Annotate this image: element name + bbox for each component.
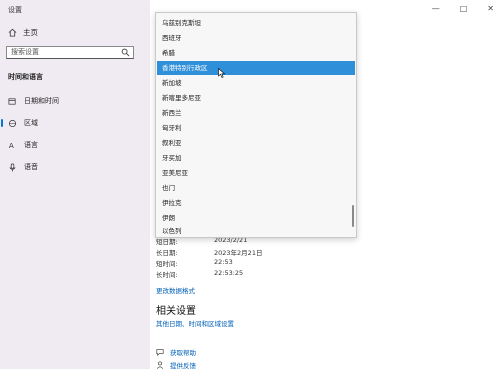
dropdown-option[interactable]: 以色列 bbox=[157, 226, 355, 237]
info-label: 长时间: bbox=[156, 271, 178, 279]
sidebar-item-label: 语音 bbox=[24, 163, 38, 171]
additional-settings-link[interactable]: 其他日期、时间和区域设置 bbox=[156, 318, 234, 328]
info-label: 短日期: bbox=[156, 238, 178, 246]
dropdown-option[interactable]: 新加坡 bbox=[157, 76, 355, 90]
sidebar-item-language[interactable]: A 语言 bbox=[0, 138, 150, 152]
sidebar-home[interactable]: 主页 bbox=[8, 27, 38, 38]
help-chat-icon bbox=[156, 349, 164, 356]
close-button[interactable]: ✕ bbox=[487, 4, 494, 13]
minimize-button[interactable]: — bbox=[432, 4, 440, 13]
language-icon: A bbox=[7, 140, 17, 150]
window-controls: — □ ✕ bbox=[432, 4, 494, 13]
related-settings-title: 相关设置 bbox=[156, 306, 196, 317]
get-help-link[interactable]: 获取帮助 bbox=[156, 347, 196, 357]
info-row-long-date: 长日期: 2023年2月21日 bbox=[156, 247, 262, 257]
dropdown-option[interactable]: 新喀里多尼亚 bbox=[157, 91, 355, 105]
search-icon bbox=[121, 48, 130, 57]
microphone-icon bbox=[7, 162, 17, 172]
window-title: 设置 bbox=[8, 6, 22, 14]
region-dropdown-list[interactable]: 乌兹别克斯坦 西班牙 希腊 香港特别行政区 新加坡 新喀里多尼亚 新西兰 匈牙利… bbox=[155, 12, 357, 238]
svg-text:A: A bbox=[8, 141, 13, 150]
dropdown-option-selected[interactable]: 香港特别行政区 bbox=[157, 61, 355, 75]
sidebar-item-label: 日期和时间 bbox=[24, 97, 59, 105]
info-row-short-time: 短时间: 22:53 bbox=[156, 258, 233, 268]
search-input[interactable]: 搜索设置 bbox=[6, 46, 134, 59]
search-placeholder: 搜索设置 bbox=[11, 48, 39, 56]
dropdown-option[interactable]: 新西兰 bbox=[157, 106, 355, 120]
feedback-icon bbox=[156, 361, 164, 369]
dropdown-option[interactable]: 牙买加 bbox=[157, 151, 355, 165]
dropdown-option[interactable]: 叙利亚 bbox=[157, 136, 355, 150]
sidebar-item-speech[interactable]: 语音 bbox=[0, 160, 150, 174]
sidebar-item-label: 区域 bbox=[24, 119, 38, 127]
globe-region-icon bbox=[7, 118, 17, 128]
calendar-clock-icon bbox=[7, 96, 17, 106]
dropdown-option[interactable]: 西班牙 bbox=[157, 31, 355, 45]
mouse-cursor-icon bbox=[218, 68, 226, 78]
home-label: 主页 bbox=[23, 28, 38, 37]
dropdown-option[interactable]: 匈牙利 bbox=[157, 121, 355, 135]
sidebar-item-region[interactable]: 区域 bbox=[0, 116, 150, 130]
maximize-button[interactable]: □ bbox=[460, 4, 468, 13]
dropdown-option[interactable]: 伊朗 bbox=[157, 211, 355, 225]
change-format-link[interactable]: 更改数据格式 bbox=[156, 285, 195, 295]
dropdown-option[interactable]: 乌兹别克斯坦 bbox=[157, 16, 355, 30]
help-label: 获取帮助 bbox=[170, 349, 196, 357]
section-title: 时间和语言 bbox=[8, 73, 43, 81]
sidebar-item-label: 语言 bbox=[24, 141, 38, 149]
info-row-long-time: 长时间: 22:53:25 bbox=[156, 269, 243, 279]
home-icon bbox=[8, 28, 17, 37]
dropdown-option[interactable]: 伊拉克 bbox=[157, 196, 355, 210]
info-label: 短时间: bbox=[156, 260, 178, 268]
info-value: 22:53 bbox=[214, 258, 233, 266]
sidebar-item-date-time[interactable]: 日期和时间 bbox=[0, 94, 150, 108]
info-label: 长日期: bbox=[156, 249, 178, 257]
dropdown-scrollbar[interactable] bbox=[352, 205, 354, 227]
dropdown-option[interactable]: 希腊 bbox=[157, 46, 355, 60]
dropdown-option[interactable]: 也门 bbox=[157, 181, 355, 195]
sidebar: 设置 主页 搜索设置 时间和语言 日期和时间 区域 A 语言 语音 bbox=[0, 0, 150, 369]
info-value: 22:53:25 bbox=[214, 269, 244, 277]
dropdown-option[interactable]: 亚美尼亚 bbox=[157, 166, 355, 180]
info-value: 2023年2月21日 bbox=[214, 249, 263, 257]
